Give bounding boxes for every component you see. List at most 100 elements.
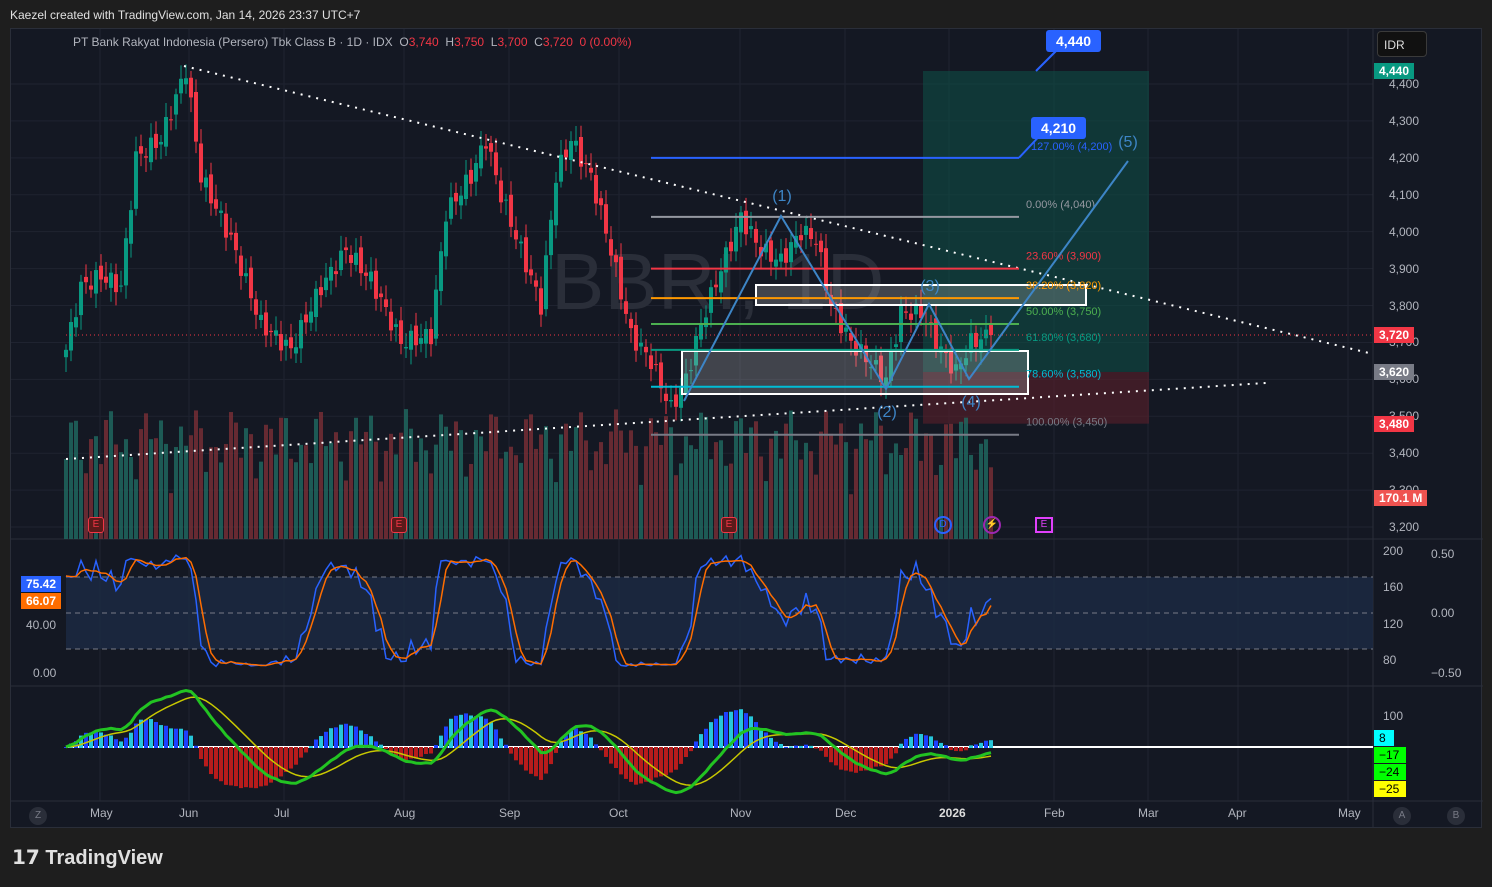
earnings-upcoming-icon[interactable]: E	[1035, 517, 1053, 533]
macd-histogram-bar	[289, 747, 293, 769]
volume-bar	[899, 454, 903, 539]
candle	[289, 337, 293, 349]
volume-bar	[179, 426, 183, 539]
volume-bar	[189, 435, 193, 539]
volume-bar	[874, 412, 878, 539]
volume-bar	[234, 422, 238, 539]
macd-histogram-bar	[114, 739, 118, 748]
candle	[729, 241, 733, 252]
currency-button[interactable]: IDR	[1377, 31, 1427, 57]
stoch-axis-label: 0.00	[33, 666, 57, 680]
macd-histogram-bar	[449, 718, 453, 748]
candle	[484, 146, 488, 149]
macd-histogram-bar	[914, 733, 918, 748]
macd-histogram-bar	[969, 745, 973, 748]
candle	[424, 329, 428, 344]
macd-histogram-bar	[654, 747, 658, 778]
split-event-icon[interactable]: ⚡	[983, 516, 1001, 534]
chart-canvas[interactable]: BBRI, 1D0.00% (4,040)23.60% (3,900)38.20…	[11, 29, 1483, 829]
volume-bar	[959, 421, 963, 539]
macd-histogram-bar	[799, 745, 803, 748]
volume-bar	[479, 436, 483, 539]
volume-bar	[799, 459, 803, 539]
volume-bar	[519, 462, 523, 539]
volume-bar	[429, 473, 433, 539]
volume-bar	[319, 411, 323, 539]
macd-histogram-bar	[184, 730, 188, 748]
candle	[94, 270, 98, 294]
volume-bar	[594, 451, 598, 539]
open-value: 3,740	[408, 35, 439, 49]
macd-histogram-bar	[594, 744, 598, 748]
price-axis-label: 3,900	[1389, 261, 1420, 276]
macd-histogram-bar	[489, 722, 493, 748]
macd-histogram-bar	[919, 734, 923, 748]
volume-bar	[424, 450, 428, 539]
volume-bar	[974, 469, 978, 539]
macd-histogram-bar	[309, 746, 313, 748]
macd-histogram-bar	[639, 747, 643, 784]
macd-histogram-bar	[589, 737, 593, 748]
candle	[164, 117, 168, 147]
a-button[interactable]: A	[1393, 807, 1411, 825]
volume-bar	[859, 423, 863, 539]
macd-histogram-bar	[734, 710, 738, 748]
candle	[234, 232, 238, 251]
candle	[329, 266, 333, 281]
candle	[184, 78, 188, 85]
macd-histogram-bar	[699, 734, 703, 748]
earnings-event-icon[interactable]: E	[88, 517, 104, 533]
candle	[614, 255, 618, 263]
candle	[334, 271, 338, 275]
candle	[394, 324, 398, 327]
volume-bar	[574, 427, 578, 539]
dividend-event-icon[interactable]: D	[934, 516, 952, 534]
macd-histogram-bar	[494, 729, 498, 748]
b-button[interactable]: B	[1447, 807, 1465, 825]
candle	[984, 329, 988, 339]
volume-bar	[214, 447, 218, 539]
volume-bar	[469, 464, 473, 539]
projection-callout[interactable]: 4,210	[1031, 117, 1087, 139]
macd-histogram-bar	[714, 718, 718, 748]
wave-label: (3)	[920, 278, 940, 295]
candle	[194, 91, 198, 142]
volume-bar	[809, 451, 813, 539]
volume-bar	[314, 418, 318, 539]
symbol-legend[interactable]: PT Bank Rakyat Indonesia (Persero) Tbk C…	[73, 35, 632, 49]
stoch-right-axis-label: 200	[1383, 544, 1404, 558]
volume-bar	[554, 482, 558, 539]
volume-bar	[184, 445, 188, 539]
candle	[654, 364, 658, 366]
target-callout[interactable]: 4,440	[1046, 30, 1102, 52]
volume-bar	[789, 410, 793, 539]
macd-histogram-bar	[794, 745, 798, 748]
candle	[404, 347, 408, 349]
callout-pointer	[1035, 50, 1057, 72]
candle	[799, 235, 803, 241]
candle	[784, 248, 788, 263]
z-button[interactable]: Z	[29, 807, 47, 825]
earnings-event-icon[interactable]: E	[391, 517, 407, 533]
candle	[199, 143, 203, 183]
candle	[464, 174, 468, 199]
macd-histogram-bar	[154, 722, 158, 748]
candle	[104, 276, 108, 283]
macd-histogram-bar	[109, 735, 113, 748]
volume-bar	[774, 430, 778, 539]
volume-bar	[759, 456, 763, 539]
candle	[74, 317, 78, 328]
volume-bar	[604, 464, 608, 539]
stoch-right-axis-label: 160	[1383, 580, 1404, 594]
volume-bar	[864, 439, 868, 539]
earnings-event-icon[interactable]: E	[721, 517, 737, 533]
candle	[459, 195, 463, 206]
tradingview-logo[interactable]: 𝟭𝟳 TradingView	[12, 845, 163, 870]
candle	[599, 198, 603, 206]
chart-frame[interactable]: BBRI, 1D 0.00% (4,040) 23.60% (3,900) 38.20…	[10, 28, 1483, 829]
candle	[499, 180, 503, 203]
macd-histogram-bar	[789, 746, 793, 748]
volume-bar	[914, 418, 918, 539]
macd-histogram-bar	[784, 746, 788, 748]
macd-histogram-bar	[959, 747, 963, 752]
